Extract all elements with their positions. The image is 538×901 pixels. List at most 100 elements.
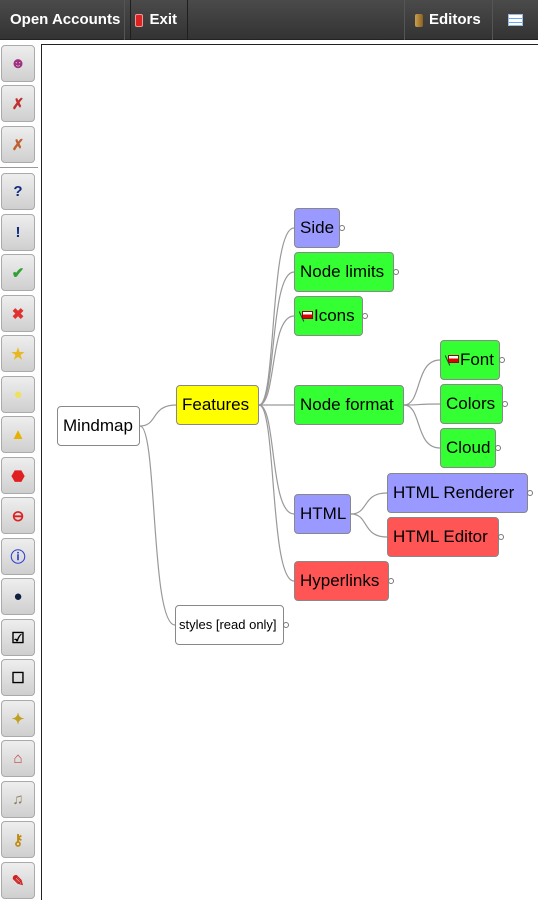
node-label: Cloud [446, 438, 491, 457]
fold-toggle[interactable] [283, 622, 289, 628]
edge-features-html [258, 404, 295, 515]
remove-last-icon: ✗ [11, 136, 25, 154]
sidebar-button-check[interactable]: ✔ [1, 254, 35, 291]
check-icon: ✔ [11, 264, 25, 282]
magic-wand-icon: ✦ [11, 710, 25, 728]
mindmap-canvas[interactable]: Mindmap Features Side Node limits Icons Node … [41, 44, 538, 900]
node-side[interactable]: Side [294, 208, 345, 248]
edge-features-icons [258, 315, 295, 406]
sidebar-button-exclamation[interactable]: ! [1, 214, 35, 251]
edge-format-font [403, 359, 441, 406]
sidebar-button-warning[interactable]: ▲ [1, 416, 35, 453]
node-limits[interactable]: Node limits [294, 252, 399, 292]
minus-icon: ⊖ [11, 507, 25, 525]
sidebar-button-minus[interactable]: ⊖ [1, 497, 35, 534]
node-features[interactable]: Features [176, 385, 259, 425]
sidebar-button-remove-first[interactable]: ✗ [1, 85, 35, 122]
bomb-icon: ● [13, 588, 23, 605]
sidebar-button-bulb[interactable]: ● [1, 376, 35, 413]
sidebar-button-info[interactable]: ⓘ [1, 538, 35, 575]
sidebar-button-checkbox-checked[interactable]: ☑ [1, 619, 35, 656]
info-icon: ⓘ [10, 549, 26, 566]
fold-toggle[interactable] [495, 445, 501, 451]
fold-toggle[interactable] [527, 490, 533, 496]
sidebar-button-pencil[interactable]: ✎ [1, 862, 35, 899]
node-colors[interactable]: Colors [440, 384, 508, 424]
checkbox-empty-icon: ☐ [11, 669, 25, 687]
editors-button[interactable]: Editors [404, 0, 493, 40]
checkbox-checked-icon: ☑ [11, 629, 25, 647]
exit-button[interactable]: Exit [124, 0, 188, 40]
top-toolbar: Open Accounts Exit Editors [0, 0, 538, 40]
node-icons[interactable]: Icons [294, 296, 368, 336]
icon-sidebar: ☻ ✗ ✗?! ✔ ✖ ★ ● ▲ ⬣ ⊖ ⓘ ● ☑ ☐ ✦ ⌂ ♫ ⚷ ✎ [0, 40, 40, 900]
sidebar-button-stop[interactable]: ⬣ [1, 457, 35, 494]
stop-icon: ⬣ [11, 467, 25, 485]
node-label: HTML Editor [393, 527, 488, 546]
open-accounts-label: Open Accounts [10, 11, 121, 28]
node-cloud[interactable]: Cloud [440, 428, 501, 468]
node-html[interactable]: HTML [294, 494, 351, 534]
edge-features-links [258, 404, 295, 582]
fold-toggle[interactable] [388, 578, 394, 584]
sidebar-divider [0, 167, 38, 168]
editors-label: Editors [429, 11, 481, 28]
sidebar-button-key[interactable]: ⚷ [1, 821, 35, 858]
sidebar-button-star[interactable]: ★ [1, 335, 35, 372]
node-label: Hyperlinks [300, 571, 380, 590]
sidebar-button-home[interactable]: ⌂ [1, 740, 35, 777]
menu-button[interactable] [492, 0, 538, 40]
edge-html-editor [350, 513, 388, 538]
flag-icon [446, 354, 459, 366]
edge-root-features [139, 404, 177, 427]
node-styles[interactable]: styles [read only] [175, 605, 289, 645]
fold-toggle[interactable] [362, 313, 368, 319]
warning-icon: ▲ [10, 426, 26, 443]
music-icon: ♫ [12, 791, 24, 808]
open-accounts-button[interactable]: Open Accounts [0, 0, 132, 40]
node-font[interactable]: Font [440, 340, 505, 380]
door-icon [415, 13, 423, 27]
edge-format-colors [403, 403, 441, 406]
fold-toggle[interactable] [393, 269, 399, 275]
node-links[interactable]: Hyperlinks [294, 561, 394, 601]
home-icon: ⌂ [13, 750, 23, 767]
sidebar-button-idea[interactable]: ☻ [1, 45, 35, 82]
pencil-icon: ✎ [11, 872, 25, 890]
node-root[interactable]: Mindmap [57, 406, 140, 446]
edge-html-renderer [350, 492, 388, 515]
exclamation-icon: ! [15, 224, 21, 241]
node-label: Side [300, 218, 335, 237]
node-label: Icons [314, 306, 355, 325]
cross-icon: ✖ [11, 305, 25, 323]
remove-first-icon: ✗ [11, 95, 25, 113]
sidebar-button-checkbox-empty[interactable]: ☐ [1, 659, 35, 696]
sidebar-button-remove-last[interactable]: ✗ [1, 126, 35, 163]
sidebar-button-magic-wand[interactable]: ✦ [1, 700, 35, 737]
node-format[interactable]: Node format [294, 385, 404, 425]
node-renderer[interactable]: HTML Renderer [387, 473, 533, 513]
flag-icon [300, 310, 313, 322]
fold-toggle[interactable] [499, 357, 505, 363]
node-label: Node limits [300, 262, 385, 281]
sidebar-button-music[interactable]: ♫ [1, 781, 35, 818]
list-icon [508, 14, 523, 26]
sidebar-button-cross[interactable]: ✖ [1, 295, 35, 332]
fold-toggle[interactable] [498, 534, 504, 540]
power-icon [135, 13, 144, 27]
fold-toggle[interactable] [339, 225, 345, 231]
sidebar-button-bomb[interactable]: ● [1, 578, 35, 615]
node-editor[interactable]: HTML Editor [387, 517, 504, 557]
sidebar-button-question[interactable]: ? [1, 173, 35, 210]
edge-format-cloud [403, 404, 441, 449]
exit-label: Exit [149, 11, 177, 28]
node-label: Features [182, 395, 250, 414]
edge-root-styles [139, 425, 176, 626]
node-label: Colors [446, 394, 496, 413]
node-label: HTML Renderer [393, 483, 515, 502]
node-label: Node format [300, 395, 394, 414]
node-label: Mindmap [63, 416, 133, 435]
idea-icon: ☻ [10, 55, 26, 72]
node-label: styles [read only] [179, 617, 277, 632]
fold-toggle[interactable] [502, 401, 508, 407]
